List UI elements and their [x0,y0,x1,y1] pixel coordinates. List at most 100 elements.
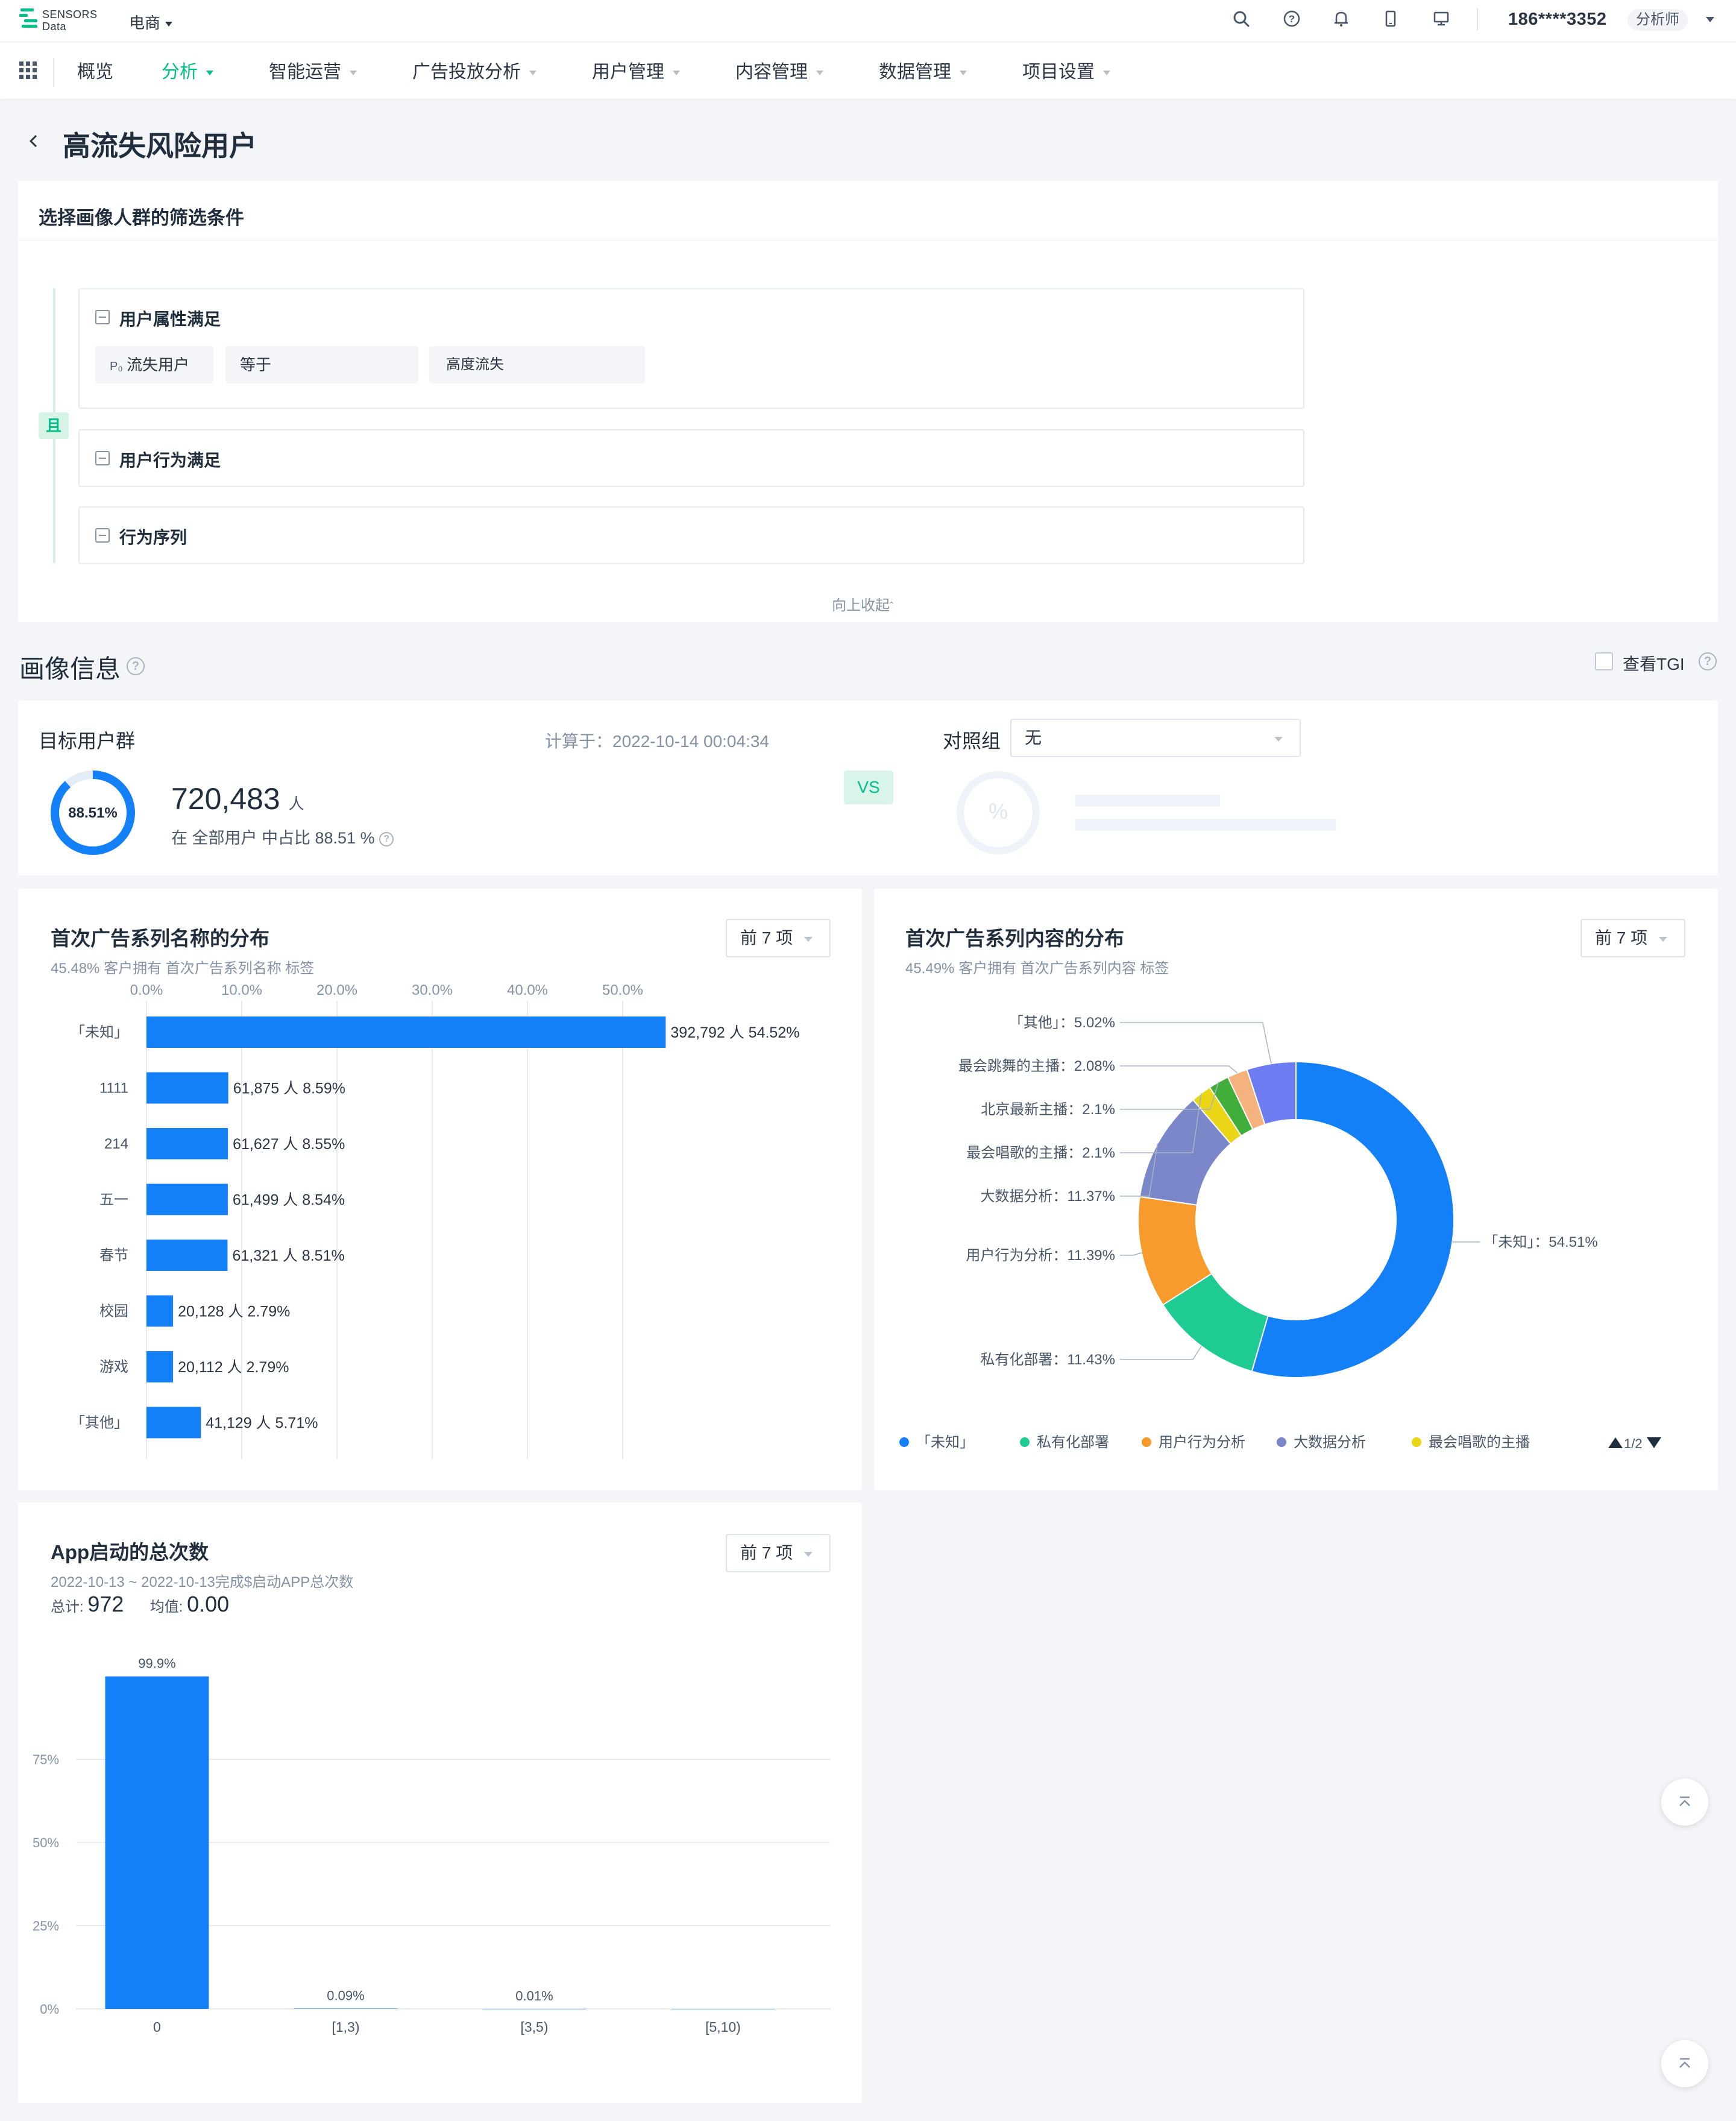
chevron-down-icon [1103,71,1110,76]
target-label: 目标用户群 [39,730,136,752]
y-tick-label: 0% [40,2002,59,2017]
nav-content-mgmt[interactable]: 内容管理 [735,60,823,84]
legend-marker [899,1437,909,1447]
bell-icon[interactable] [1331,8,1351,29]
nav-user-mgmt[interactable]: 用户管理 [592,60,680,84]
category-label: 「其他」 [71,1415,128,1431]
topn-select[interactable]: 前 7 项 [726,919,831,957]
help-icon[interactable]: ? [1699,652,1717,670]
target-ring-chart: 88.51% [51,771,135,855]
bar [146,1016,666,1048]
portrait-title: 画像信息 [19,655,121,683]
topn-select[interactable]: 前 7 项 [1580,919,1685,957]
back-arrow-icon[interactable] [24,131,43,151]
collapse-minus-icon[interactable] [95,528,110,543]
operator-label: 等于 [240,356,272,374]
and-toggle[interactable]: 且 [39,412,69,439]
legend-label: 用户行为分析 [1159,1434,1245,1451]
compare-group-select[interactable]: 无 [1010,719,1301,757]
x-tick-label: 0 [153,2019,161,2035]
logo-text-line2: Data [42,20,67,33]
sequence-group-title: 行为序列 [119,528,187,547]
topn-label: 前 7 项 [1595,928,1648,947]
nav-analysis[interactable]: 分析 [162,60,213,84]
slice-label: 最会唱歌的主播：2.1% [966,1145,1115,1161]
chevron-down-icon [529,71,536,76]
chevron-down-icon [1659,937,1667,942]
help-icon[interactable]: ? [379,831,394,846]
tick-label: 50.0% [602,982,643,998]
nav-project-settings[interactable]: 项目设置 [1022,60,1110,84]
bar [146,1351,174,1382]
panel-subtitle: 2022-10-13 ~ 2022-10-13完成$启动APP总次数 [51,1574,354,1590]
top-bar: SENSORS Data 电商 ? 186****3352 分析师 [0,0,1736,42]
x-tick-label: [5,10) [705,2019,741,2035]
help-icon[interactable]: ? [1282,8,1302,29]
x-tick-label: [3,5) [520,2019,548,2035]
label-leader-line [1120,1346,1202,1360]
skeleton-bar [1075,819,1336,831]
category-label: 五一 [99,1192,128,1208]
category-label: 214 [104,1136,128,1152]
ad-content-donut-chart: 「未知」：54.51% 「其他」：5.02% 最会跳舞的主播：2.08% 北京最新主播… [899,1015,1661,1451]
apps-grid-icon[interactable] [18,60,39,81]
chevron-down-icon [350,71,357,76]
bar [146,1128,228,1159]
project-name: 电商 [129,14,161,32]
svg-text:?: ? [1289,13,1295,25]
data-label: 41,129 人 5.71% [206,1415,318,1432]
tgi-checkbox[interactable] [1595,652,1613,670]
tick-label: 20.0% [316,982,357,998]
nav-overview[interactable]: 概览 [77,60,113,84]
compare-ring-placeholder: % [957,771,1040,854]
chevron-down-icon[interactable] [1706,17,1714,22]
page-down-icon [1647,1437,1661,1448]
skeleton-bar [1075,795,1220,807]
category-label: 1111 [99,1080,128,1097]
nav-data-mgmt[interactable]: 数据管理 [879,60,967,84]
user-account[interactable]: 186****3352 [1508,10,1607,30]
collapse-minus-icon[interactable] [95,310,110,324]
category-label: 春节 [99,1247,128,1264]
data-label: 20,128 人 2.79% [178,1303,290,1320]
sequence-condition-group [78,506,1304,564]
slice-label: 「其他」：5.02% [1009,1015,1115,1031]
help-icon[interactable]: ? [127,657,145,675]
project-switcher[interactable]: 电商 [129,11,173,33]
behavior-group-title: 用户行为满足 [119,451,221,470]
slice-label: 私有化部署：11.43% [980,1352,1115,1368]
topn-select[interactable]: 前 7 项 [726,1534,831,1572]
compare-label: 对照组 [943,730,1001,752]
back-to-top-button[interactable] [1661,1779,1708,1826]
sensors-logo-icon[interactable] [19,7,40,31]
tick-label: 40.0% [507,982,548,998]
back-to-top-button[interactable] [1661,2040,1708,2087]
collapse-minus-icon[interactable] [95,451,110,465]
data-label: 61,627 人 8.55% [233,1136,345,1153]
search-icon[interactable] [1231,8,1251,29]
category-label: 游戏 [99,1359,128,1375]
collapse-link[interactable]: 向上收起ˆ [832,593,893,614]
chevron-down-icon [1274,737,1283,742]
topn-label: 前 7 项 [740,928,793,947]
panel-title: 首次广告系列名称的分布 [51,927,269,950]
operator-selector[interactable]: 等于 [225,346,418,383]
nav-ad-analysis[interactable]: 广告投放分析 [412,60,536,84]
divider [53,58,54,87]
x-tick-label: [1,3) [332,2019,359,2035]
ad-name-bar-chart: 0.0% 10.0% 20.0% 30.0% 40.0% 50.0% 「未知」 392,792… [71,982,799,1459]
value-input[interactable]: 高度流失 [429,346,645,383]
data-label: 0.01% [515,1988,553,2003]
panel-title: 首次广告系列内容的分布 [905,927,1124,950]
nav-smart-ops[interactable]: 智能运营 [269,60,357,84]
summary-stats: 总计: 972 均值: 0.00 [51,1592,229,1617]
nav-label: 智能运营 [269,62,341,82]
chevron-down-icon [804,1552,813,1557]
chevron-down-icon [165,22,173,27]
property-label: 流失用户 [127,356,190,374]
property-selector[interactable]: P₀ 流失用户 [95,346,213,383]
mobile-icon[interactable] [1380,8,1401,29]
nav-label: 用户管理 [592,62,664,82]
monitor-icon[interactable] [1431,8,1451,29]
legend-pager: 1/2 [1624,1436,1643,1451]
